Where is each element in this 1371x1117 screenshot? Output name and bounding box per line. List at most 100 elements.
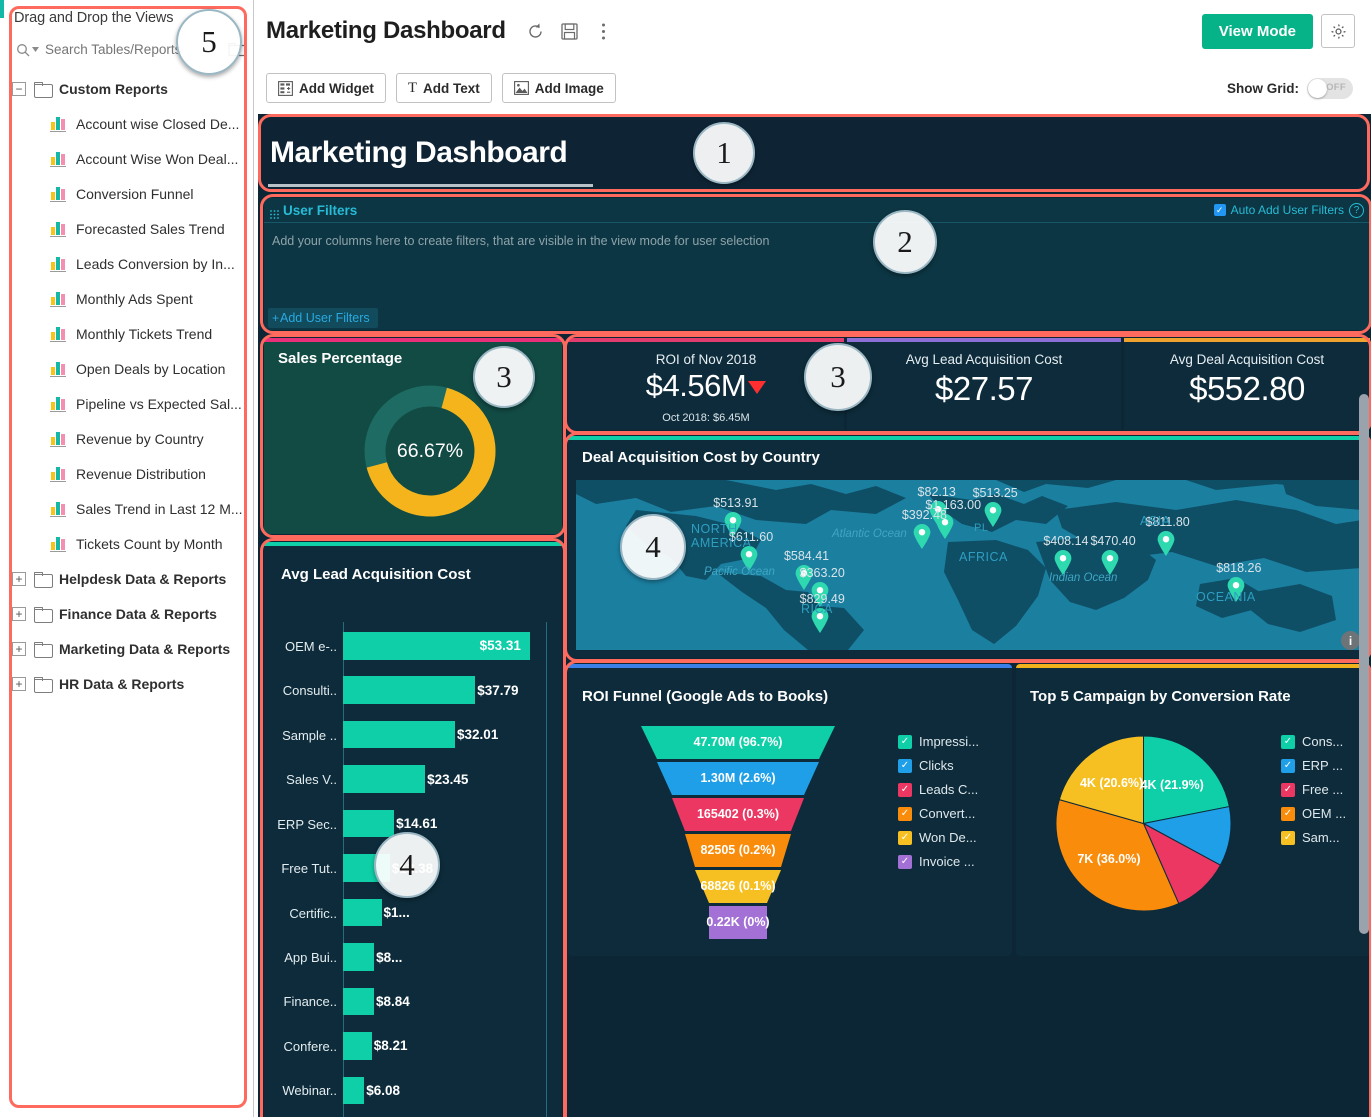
- sidebar-item-report[interactable]: Open Deals by Location: [0, 351, 253, 386]
- legend-item[interactable]: ✓Convert...: [898, 806, 979, 821]
- kpi-card-deal-cost[interactable]: Avg Deal Acquisition Cost $552.80: [1124, 338, 1370, 430]
- sidebar-item-report[interactable]: Pipeline vs Expected Sal...: [0, 386, 253, 421]
- map-pin[interactable]: [1157, 531, 1175, 556]
- app-root: Drag and Drop the Views −Custom ReportsA…: [0, 0, 1371, 1117]
- map-info-icon[interactable]: i: [1341, 631, 1360, 650]
- bar-chart-row[interactable]: Confere..$8.21: [270, 1032, 556, 1076]
- help-icon[interactable]: ?: [1349, 203, 1364, 218]
- add-widget-button[interactable]: Add Widget: [266, 73, 386, 103]
- sidebar-item-report[interactable]: Sales Trend in Last 12 M...: [0, 491, 253, 526]
- annotation-3b: 3: [804, 343, 872, 411]
- map-widget[interactable]: Deal Acquisition Cost by Country: [568, 436, 1370, 658]
- map-pin-label: $818.26: [1216, 561, 1261, 575]
- bar-value-label: $1...: [384, 905, 410, 920]
- bar-chart-row[interactable]: Sample ..$32.01: [270, 721, 556, 765]
- auto-add-checkbox[interactable]: ✓: [1214, 204, 1226, 216]
- sidebar-item-report[interactable]: Revenue Distribution: [0, 456, 253, 491]
- legend-item[interactable]: ✓Cons...: [1281, 734, 1346, 749]
- sidebar-item-report[interactable]: Monthly Tickets Trend: [0, 316, 253, 351]
- sidebar-group-helpdesk-data-reports[interactable]: +Helpdesk Data & Reports: [0, 561, 253, 596]
- expander-icon[interactable]: −: [12, 82, 26, 96]
- bar-value-label: $8.84: [376, 994, 410, 1009]
- funnel-legend: ✓Impressi... ✓Clicks ✓Leads C... ✓Convert..…: [898, 734, 979, 869]
- legend-checkbox[interactable]: ✓: [898, 831, 912, 845]
- sidebar-item-report[interactable]: Conversion Funnel: [0, 176, 253, 211]
- expander-icon[interactable]: +: [12, 607, 26, 621]
- add-image-button[interactable]: Add Image: [502, 73, 616, 103]
- sidebar-item-report[interactable]: Revenue by Country: [0, 421, 253, 456]
- toggle-state-label: OFF: [1326, 82, 1346, 93]
- legend-checkbox[interactable]: ✓: [898, 783, 912, 797]
- legend-item[interactable]: ✓Clicks: [898, 758, 979, 773]
- canvas-scrollbar[interactable]: [1359, 394, 1369, 934]
- report-chart-icon: [50, 500, 68, 517]
- legend-checkbox[interactable]: ✓: [1281, 807, 1295, 821]
- expander-icon[interactable]: +: [12, 642, 26, 656]
- bar-chart-row[interactable]: Consulti..$37.79: [270, 676, 556, 720]
- legend-item[interactable]: ✓ Invoice ...: [898, 854, 979, 869]
- sales-percentage-value: 66.67%: [357, 378, 503, 524]
- sales-percentage-donut[interactable]: 66.67%: [357, 378, 503, 524]
- sidebar-item-label: Revenue by Country: [76, 431, 204, 447]
- legend-checkbox[interactable]: ✓: [1281, 735, 1295, 749]
- bar-chart-row[interactable]: App Bui..$8...: [270, 943, 556, 987]
- refresh-icon[interactable]: [526, 21, 546, 41]
- sidebar-item-report[interactable]: Forecasted Sales Trend: [0, 211, 253, 246]
- legend-item[interactable]: ✓Free ...: [1281, 782, 1346, 797]
- sidebar-item-report[interactable]: Account Wise Won Deal...: [0, 141, 253, 176]
- bar-category-label: ERP Sec..: [270, 817, 337, 832]
- bar-chart-row[interactable]: Webinar..$6.08: [270, 1077, 556, 1117]
- user-filters-widget[interactable]: User Filters ✓ Auto Add User Filters ? A…: [264, 198, 1370, 330]
- kpi-card-lead-cost[interactable]: Avg Lead Acquisition Cost $27.57: [847, 338, 1121, 430]
- sidebar-item-report[interactable]: Monthly Ads Spent: [0, 281, 253, 316]
- legend-checkbox[interactable]: ✓: [898, 807, 912, 821]
- legend-item[interactable]: ✓Won De...: [898, 830, 979, 845]
- bar-chart-row[interactable]: OEM e-..$53.31: [270, 632, 556, 676]
- pie-widget[interactable]: Top 5 Campaign by Conversion Rate 4K (21…: [1016, 664, 1370, 956]
- legend-checkbox[interactable]: ✓: [1281, 759, 1295, 773]
- more-vertical-icon[interactable]: [594, 21, 614, 41]
- annotation-4a: 4: [620, 514, 686, 580]
- view-mode-button[interactable]: View Mode: [1202, 14, 1313, 49]
- drag-grip-icon[interactable]: [270, 206, 279, 215]
- lead-cost-widget[interactable]: Avg Lead Acquisition Cost OEM e-..$53.31…: [264, 542, 562, 1117]
- dashboard-title-widget[interactable]: Marketing Dashboard: [262, 118, 1370, 190]
- sidebar-group-marketing-data-reports[interactable]: +Marketing Data & Reports: [0, 631, 253, 666]
- legend-checkbox[interactable]: ✓: [898, 855, 912, 869]
- legend-checkbox[interactable]: ✓: [898, 759, 912, 773]
- sidebar-group-custom-reports[interactable]: −Custom Reports: [0, 71, 253, 106]
- funnel-chart[interactable]: 47.70M (96.7%)1.30M (2.6%)165402 (0.3%)8…: [608, 726, 868, 941]
- legend-item[interactable]: ✓Impressi...: [898, 734, 979, 749]
- campaign-pie-chart[interactable]: 4K (21.9%)7K (36.0%)4K (20.6%): [1056, 736, 1231, 911]
- add-text-button[interactable]: T Add Text: [396, 73, 492, 103]
- sidebar-group-hr-data-reports[interactable]: +HR Data & Reports: [0, 666, 253, 701]
- legend-item[interactable]: ✓OEM ...: [1281, 806, 1346, 821]
- kpi-accent: [847, 338, 1121, 342]
- gear-icon[interactable]: [1321, 14, 1355, 48]
- show-grid-toggle[interactable]: OFF: [1307, 78, 1353, 99]
- kpi-card-roi[interactable]: ROI of Nov 2018 $4.56M Oct 2018: $6.45M: [568, 338, 844, 430]
- bar-chart-row[interactable]: Finance..$8.84: [270, 988, 556, 1032]
- sidebar-item-report[interactable]: Account wise Closed De...: [0, 106, 253, 141]
- legend-label: Invoice ...: [919, 854, 975, 869]
- bar-chart-row[interactable]: Certific..$1...: [270, 899, 556, 943]
- add-user-filters-button[interactable]: Add User Filters: [268, 308, 378, 328]
- expander-icon[interactable]: +: [12, 572, 26, 586]
- save-icon[interactable]: [560, 21, 580, 41]
- legend-item[interactable]: ✓Leads C...: [898, 782, 979, 797]
- bar-chart-row[interactable]: Sales V..$23.45: [270, 765, 556, 809]
- legend-item[interactable]: ✓ERP ...: [1281, 758, 1346, 773]
- sidebar-item-report[interactable]: Tickets Count by Month: [0, 526, 253, 561]
- expander-icon[interactable]: +: [12, 677, 26, 691]
- sidebar-group-finance-data-reports[interactable]: +Finance Data & Reports: [0, 596, 253, 631]
- ocean-label-indian: Indian Ocean: [1049, 572, 1117, 584]
- funnel-widget[interactable]: ROI Funnel (Google Ads to Books) 47.70M …: [568, 664, 1012, 956]
- legend-checkbox[interactable]: ✓: [1281, 831, 1295, 845]
- world-map[interactable]: $513.91$611.60$584.41$363.20$829.49$82.1…: [576, 480, 1362, 650]
- legend-checkbox[interactable]: ✓: [1281, 783, 1295, 797]
- search-icon[interactable]: [16, 43, 39, 57]
- sidebar-item-report[interactable]: Leads Conversion by In...: [0, 246, 253, 281]
- legend-checkbox[interactable]: ✓: [898, 735, 912, 749]
- legend-item[interactable]: ✓Sam...: [1281, 830, 1346, 845]
- map-pin[interactable]: [913, 524, 931, 549]
